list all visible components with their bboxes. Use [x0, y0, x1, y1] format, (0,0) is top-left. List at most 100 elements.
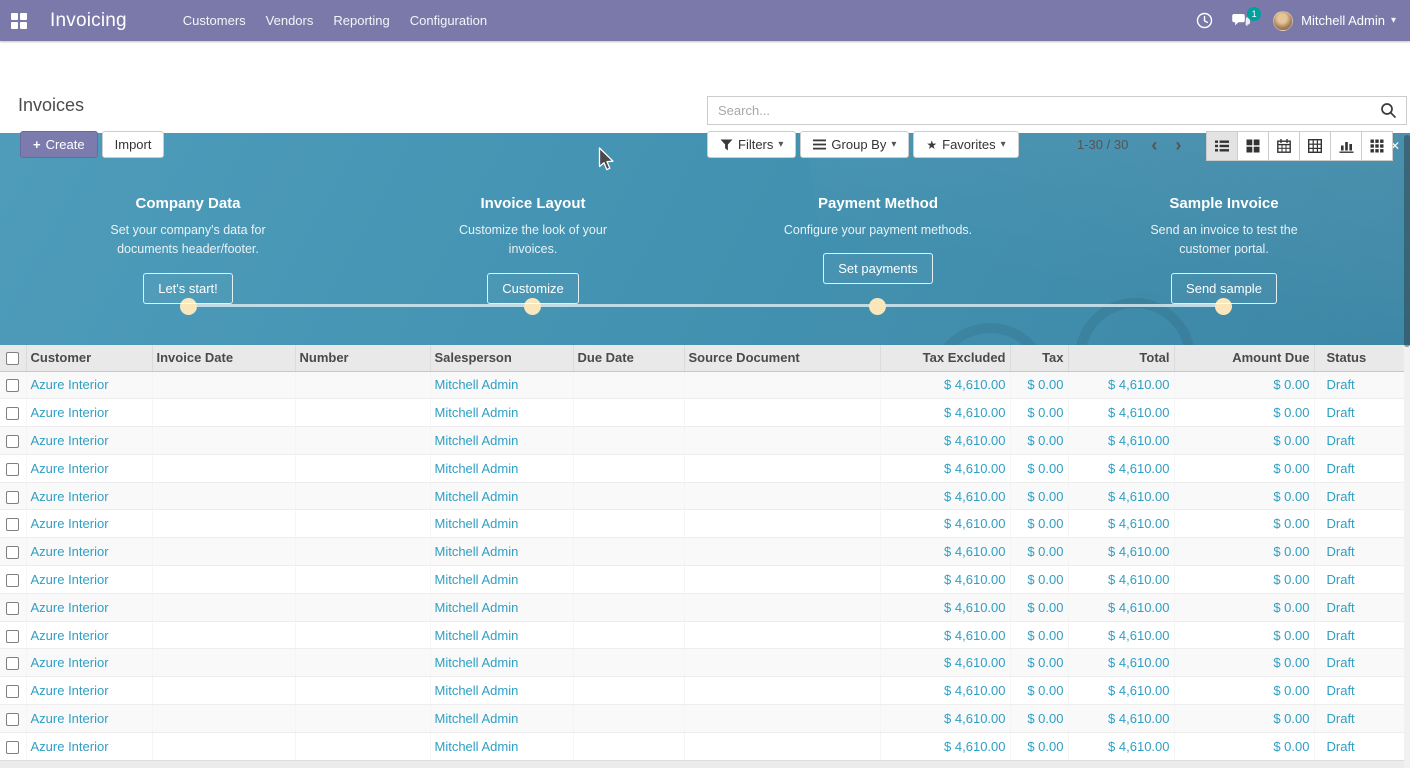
- menu-vendors[interactable]: Vendors: [256, 0, 324, 41]
- view-calendar-button[interactable]: [1268, 131, 1300, 161]
- table-row[interactable]: Azure Interior Mitchell Admin $ 4,610.00…: [0, 705, 1404, 733]
- cell-salesperson[interactable]: Mitchell Admin: [430, 399, 573, 427]
- cell-salesperson[interactable]: Mitchell Admin: [430, 677, 573, 705]
- cell-source-document[interactable]: [684, 593, 880, 621]
- cell-due-date[interactable]: [573, 593, 684, 621]
- cell-due-date[interactable]: [573, 371, 684, 399]
- import-button[interactable]: Import: [102, 131, 165, 158]
- cell-due-date[interactable]: [573, 677, 684, 705]
- row-checkbox[interactable]: [6, 741, 19, 754]
- row-checkbox[interactable]: [6, 407, 19, 420]
- cell-customer[interactable]: Azure Interior: [26, 371, 152, 399]
- cell-tax[interactable]: $ 0.00: [1010, 566, 1068, 594]
- row-checkbox[interactable]: [6, 546, 19, 559]
- cell-customer[interactable]: Azure Interior: [26, 399, 152, 427]
- cell-tax[interactable]: $ 0.00: [1010, 538, 1068, 566]
- cell-number[interactable]: [295, 677, 430, 705]
- cell-salesperson[interactable]: Mitchell Admin: [430, 454, 573, 482]
- cell-due-date[interactable]: [573, 649, 684, 677]
- cell-customer[interactable]: Azure Interior: [26, 732, 152, 760]
- cell-number[interactable]: [295, 538, 430, 566]
- cell-customer[interactable]: Azure Interior: [26, 454, 152, 482]
- cell-customer[interactable]: Azure Interior: [26, 538, 152, 566]
- cell-tax-excluded[interactable]: $ 4,610.00: [880, 482, 1010, 510]
- cell-number[interactable]: [295, 732, 430, 760]
- cell-tax-excluded[interactable]: $ 4,610.00: [880, 732, 1010, 760]
- cell-tax[interactable]: $ 0.00: [1010, 371, 1068, 399]
- cell-amount-due[interactable]: $ 0.00: [1174, 454, 1314, 482]
- search-input[interactable]: [708, 103, 1380, 118]
- cell-tax[interactable]: $ 0.00: [1010, 593, 1068, 621]
- cell-source-document[interactable]: [684, 482, 880, 510]
- cell-tax[interactable]: $ 0.00: [1010, 427, 1068, 455]
- cell-number[interactable]: [295, 510, 430, 538]
- view-list-button[interactable]: [1206, 131, 1238, 161]
- cell-invoice-date[interactable]: [152, 593, 295, 621]
- cell-number[interactable]: [295, 482, 430, 510]
- cell-amount-due[interactable]: $ 0.00: [1174, 371, 1314, 399]
- table-row[interactable]: Azure Interior Mitchell Admin $ 4,610.00…: [0, 371, 1404, 399]
- view-pivot-button[interactable]: [1299, 131, 1331, 161]
- cell-tax-excluded[interactable]: $ 4,610.00: [880, 454, 1010, 482]
- cell-customer[interactable]: Azure Interior: [26, 566, 152, 594]
- cell-source-document[interactable]: [684, 510, 880, 538]
- cell-amount-due[interactable]: $ 0.00: [1174, 399, 1314, 427]
- cell-salesperson[interactable]: Mitchell Admin: [430, 371, 573, 399]
- menu-configuration[interactable]: Configuration: [400, 0, 497, 41]
- cell-tax-excluded[interactable]: $ 4,610.00: [880, 510, 1010, 538]
- cell-customer[interactable]: Azure Interior: [26, 482, 152, 510]
- view-kanban-button[interactable]: [1237, 131, 1269, 161]
- cell-tax-excluded[interactable]: $ 4,610.00: [880, 538, 1010, 566]
- group-by-button[interactable]: Group By ▾: [800, 131, 909, 158]
- header-source-document[interactable]: Source Document: [684, 345, 880, 371]
- cell-tax-excluded[interactable]: $ 4,610.00: [880, 621, 1010, 649]
- cell-total[interactable]: $ 4,610.00: [1068, 621, 1174, 649]
- cell-status status-badge[interactable]: Draft: [1314, 705, 1404, 733]
- cell-due-date[interactable]: [573, 454, 684, 482]
- cell-source-document[interactable]: [684, 371, 880, 399]
- row-checkbox[interactable]: [6, 685, 19, 698]
- cell-invoice-date[interactable]: [152, 371, 295, 399]
- cell-source-document[interactable]: [684, 677, 880, 705]
- table-row[interactable]: Azure Interior Mitchell Admin $ 4,610.00…: [0, 427, 1404, 455]
- cell-invoice-date[interactable]: [152, 538, 295, 566]
- user-menu[interactable]: Mitchell Admin ▾: [1273, 11, 1396, 31]
- cell-amount-due[interactable]: $ 0.00: [1174, 732, 1314, 760]
- row-checkbox[interactable]: [6, 435, 19, 448]
- header-due-date[interactable]: Due Date: [573, 345, 684, 371]
- cell-customer[interactable]: Azure Interior: [26, 705, 152, 733]
- filters-button[interactable]: Filters ▾: [707, 131, 796, 158]
- cell-salesperson[interactable]: Mitchell Admin: [430, 705, 573, 733]
- cell-source-document[interactable]: [684, 705, 880, 733]
- app-name[interactable]: Invoicing: [50, 10, 127, 32]
- cell-status status-badge[interactable]: Draft: [1314, 538, 1404, 566]
- table-row[interactable]: Azure Interior Mitchell Admin $ 4,610.00…: [0, 649, 1404, 677]
- table-row[interactable]: Azure Interior Mitchell Admin $ 4,610.00…: [0, 621, 1404, 649]
- cell-source-document[interactable]: [684, 621, 880, 649]
- cell-total[interactable]: $ 4,610.00: [1068, 482, 1174, 510]
- cell-due-date[interactable]: [573, 427, 684, 455]
- cell-invoice-date[interactable]: [152, 454, 295, 482]
- cell-due-date[interactable]: [573, 482, 684, 510]
- cell-tax[interactable]: $ 0.00: [1010, 621, 1068, 649]
- header-tax-excluded[interactable]: Tax Excluded: [880, 345, 1010, 371]
- cell-salesperson[interactable]: Mitchell Admin: [430, 621, 573, 649]
- row-checkbox[interactable]: [6, 574, 19, 587]
- view-activity-button[interactable]: [1361, 131, 1393, 161]
- cell-tax[interactable]: $ 0.00: [1010, 705, 1068, 733]
- cell-customer[interactable]: Azure Interior: [26, 593, 152, 621]
- cell-amount-due[interactable]: $ 0.00: [1174, 621, 1314, 649]
- row-checkbox[interactable]: [6, 491, 19, 504]
- header-invoice-date[interactable]: Invoice Date: [152, 345, 295, 371]
- cell-tax[interactable]: $ 0.00: [1010, 482, 1068, 510]
- cell-tax-excluded[interactable]: $ 4,610.00: [880, 399, 1010, 427]
- header-amount-due[interactable]: Amount Due: [1174, 345, 1314, 371]
- menu-reporting[interactable]: Reporting: [323, 0, 399, 41]
- pager-next-button[interactable]: ›: [1166, 138, 1190, 152]
- cell-status status-badge[interactable]: Draft: [1314, 427, 1404, 455]
- cell-amount-due[interactable]: $ 0.00: [1174, 538, 1314, 566]
- cell-invoice-date[interactable]: [152, 510, 295, 538]
- cell-due-date[interactable]: [573, 538, 684, 566]
- table-row[interactable]: Azure Interior Mitchell Admin $ 4,610.00…: [0, 566, 1404, 594]
- cell-total[interactable]: $ 4,610.00: [1068, 566, 1174, 594]
